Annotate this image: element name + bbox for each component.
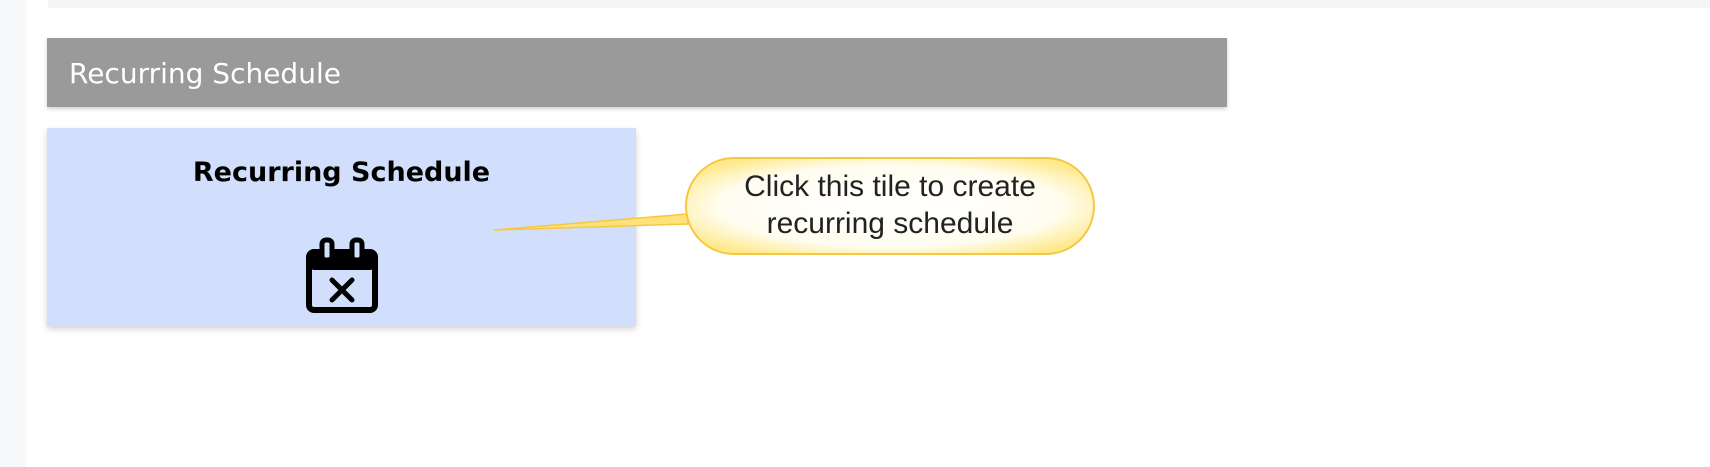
- callout-text: Click this tile to create recurring sche…: [686, 168, 1094, 242]
- callout-line-2: recurring schedule: [766, 207, 1014, 240]
- page: Recurring Schedule Recurring Schedule Cl…: [0, 0, 1710, 467]
- section-header: Recurring Schedule: [47, 38, 1227, 107]
- section-header-title: Recurring Schedule: [69, 57, 341, 90]
- calendar-x-icon: [306, 237, 378, 313]
- left-gutter: [0, 0, 26, 467]
- callout-pointer: [493, 213, 689, 231]
- top-bar: [48, 0, 1710, 8]
- callout-line-1: Click this tile to create: [744, 170, 1036, 203]
